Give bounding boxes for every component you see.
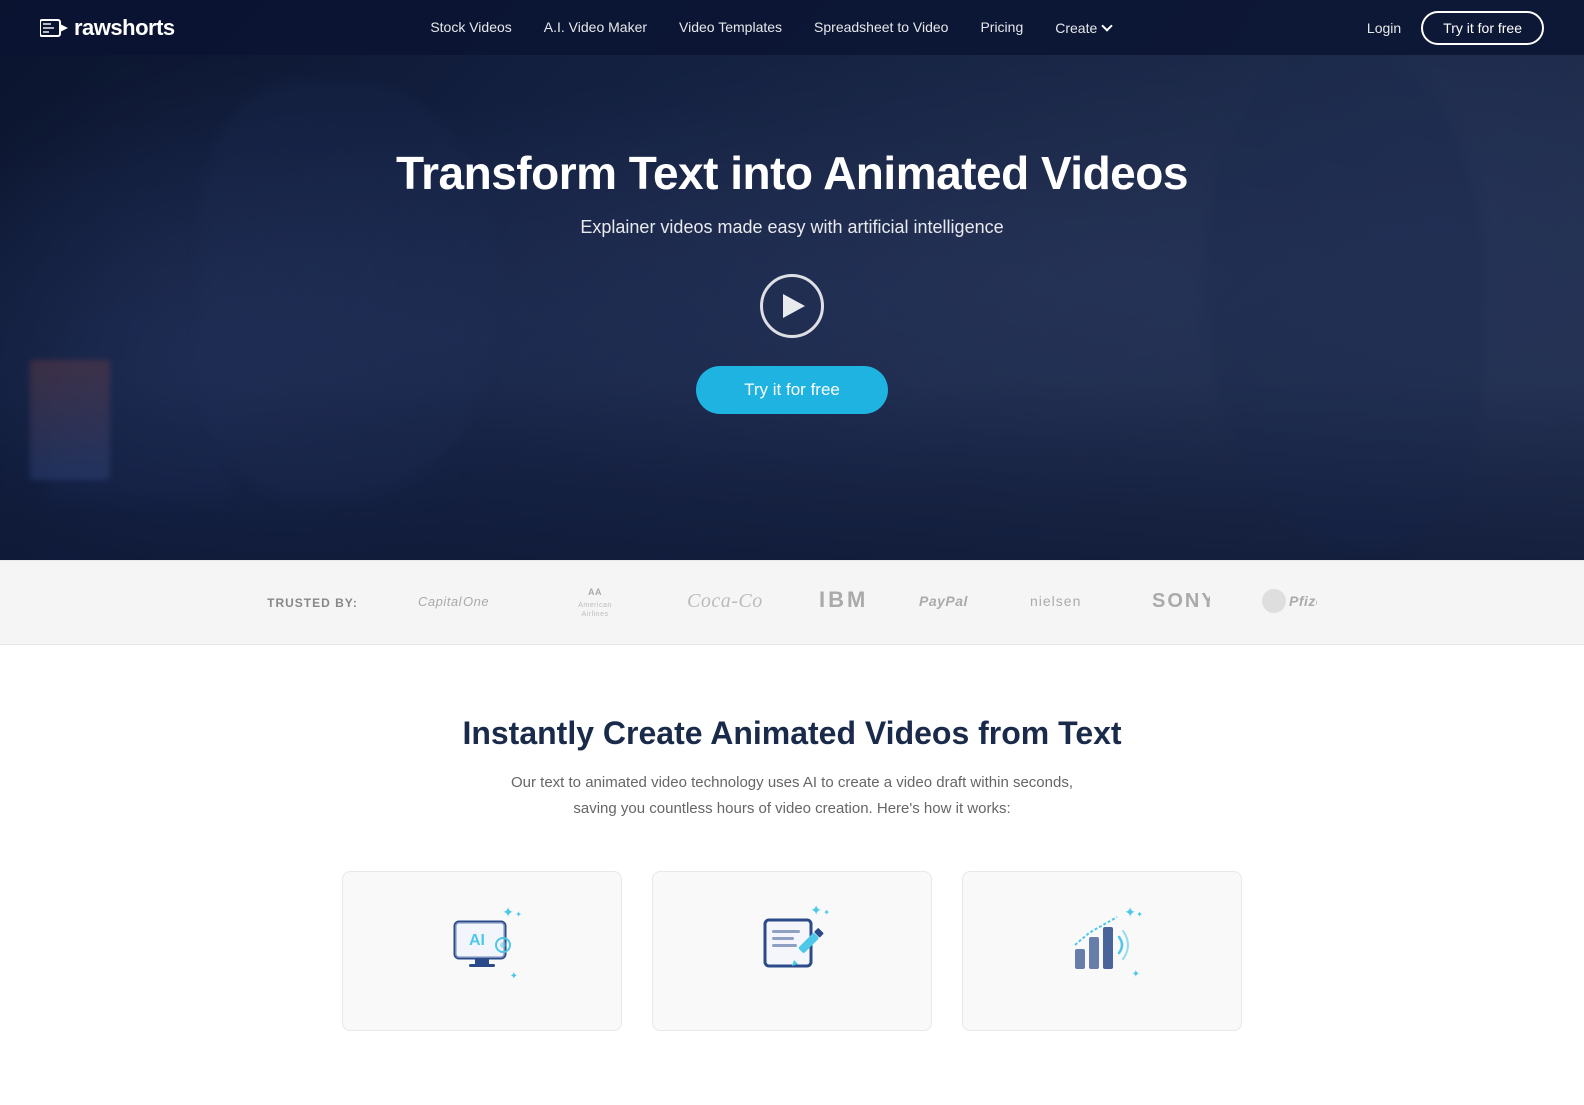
logo-american-airlines: AA American Airlines (560, 583, 630, 622)
logo-icon (40, 17, 68, 39)
animated-videos-section: Instantly Create Animated Videos from Te… (0, 645, 1584, 1071)
nav-right: Login Try it for free (1367, 11, 1544, 45)
publish-icon-area: ✦ ✦ ✦ (1062, 902, 1142, 982)
sparkle-publish-bottom-icon: ✦ (1132, 969, 1140, 980)
sparkle-edit-icon: ✦ (810, 902, 822, 919)
svg-text:PayPal: PayPal (919, 593, 969, 609)
sparkle-edit-small-icon: ✦ (823, 908, 830, 917)
feature-cards-row: ✦ ✦ ✦ AI (40, 871, 1544, 1031)
hero-content: Transform Text into Animated Videos Expl… (376, 146, 1208, 414)
logo[interactable]: rawshorts (40, 15, 175, 41)
nav-item-pricing[interactable]: Pricing (980, 19, 1023, 37)
feature-card-ai: ✦ ✦ ✦ AI (342, 871, 622, 1031)
section-description: Our text to animated video technology us… (492, 770, 1092, 821)
trusted-logos: Capital One AA American Airlines Coca-Co… (418, 583, 1317, 622)
svg-text:SONY: SONY (1152, 590, 1210, 612)
svg-text:One: One (463, 594, 489, 609)
nav-item-ai-video-maker[interactable]: A.I. Video Maker (544, 19, 647, 37)
hero-play-button[interactable] (760, 274, 824, 338)
sparkle-publish-icon: ✦ (1124, 904, 1136, 921)
navbar: rawshorts Stock Videos A.I. Video Maker … (0, 0, 1584, 55)
nav-item-stock-videos[interactable]: Stock Videos (430, 19, 511, 37)
nav-item-create[interactable]: Create (1055, 20, 1111, 36)
logo-pfizer: Pfizer (1262, 586, 1317, 619)
chevron-down-icon (1102, 20, 1113, 31)
nav-links: Stock Videos A.I. Video Maker Video Temp… (430, 19, 1111, 37)
sparkle-icon: ✦ (502, 904, 514, 921)
ai-icon-area: ✦ ✦ ✦ AI (442, 902, 522, 982)
logo-ibm: IBM (814, 585, 864, 621)
edit-icon-area: ✦ ✦ (752, 902, 832, 982)
logo-nielsen: nielsen (1028, 586, 1098, 619)
svg-text:AA: AA (588, 587, 602, 597)
svg-text:nielsen: nielsen (1030, 593, 1081, 609)
svg-text:IBM: IBM (819, 587, 864, 612)
feature-card-edit: ✦ ✦ (652, 871, 932, 1031)
section-title: Instantly Create Animated Videos from Te… (40, 715, 1544, 752)
login-link[interactable]: Login (1367, 20, 1401, 36)
logo-paypal: PayPal (916, 586, 976, 619)
svg-text:American: American (578, 602, 612, 609)
nav-item-video-templates[interactable]: Video Templates (679, 19, 782, 37)
svg-text:Coca-Cola: Coca-Cola (687, 590, 762, 612)
play-triangle-icon (783, 294, 805, 318)
sparkle-small-icon: ✦ (515, 910, 522, 919)
sparkle-bottom-icon: ✦ (510, 971, 518, 982)
logo-text: rawshorts (74, 15, 175, 41)
feature-card-publish: ✦ ✦ ✦ (962, 871, 1242, 1031)
edit-svg-icon (760, 910, 825, 975)
try-it-free-button[interactable]: Try it for free (1421, 11, 1544, 45)
hero-subtitle: Explainer videos made easy with artifici… (396, 217, 1188, 238)
logo-sony: SONY (1150, 585, 1210, 620)
svg-text:Pfizer: Pfizer (1289, 593, 1317, 609)
hero-cta-button[interactable]: Try it for free (696, 366, 888, 414)
logo-capital-one: Capital One (418, 586, 508, 619)
svg-text:AI: AI (469, 932, 485, 949)
nav-item-spreadsheet-to-video[interactable]: Spreadsheet to Video (814, 19, 948, 37)
logo-coca-cola: Coca-Cola (682, 585, 762, 621)
hero-section: Transform Text into Animated Videos Expl… (0, 0, 1584, 560)
trusted-by-label: TRUSTED BY: (267, 596, 358, 610)
trusted-by-strip: TRUSTED BY: Capital One AA American Airl… (0, 560, 1584, 645)
hero-title: Transform Text into Animated Videos (396, 146, 1188, 201)
svg-text:Capital: Capital (418, 594, 463, 609)
sparkle-publish-small-icon: ✦ (1136, 910, 1143, 919)
svg-text:Airlines: Airlines (581, 611, 608, 618)
